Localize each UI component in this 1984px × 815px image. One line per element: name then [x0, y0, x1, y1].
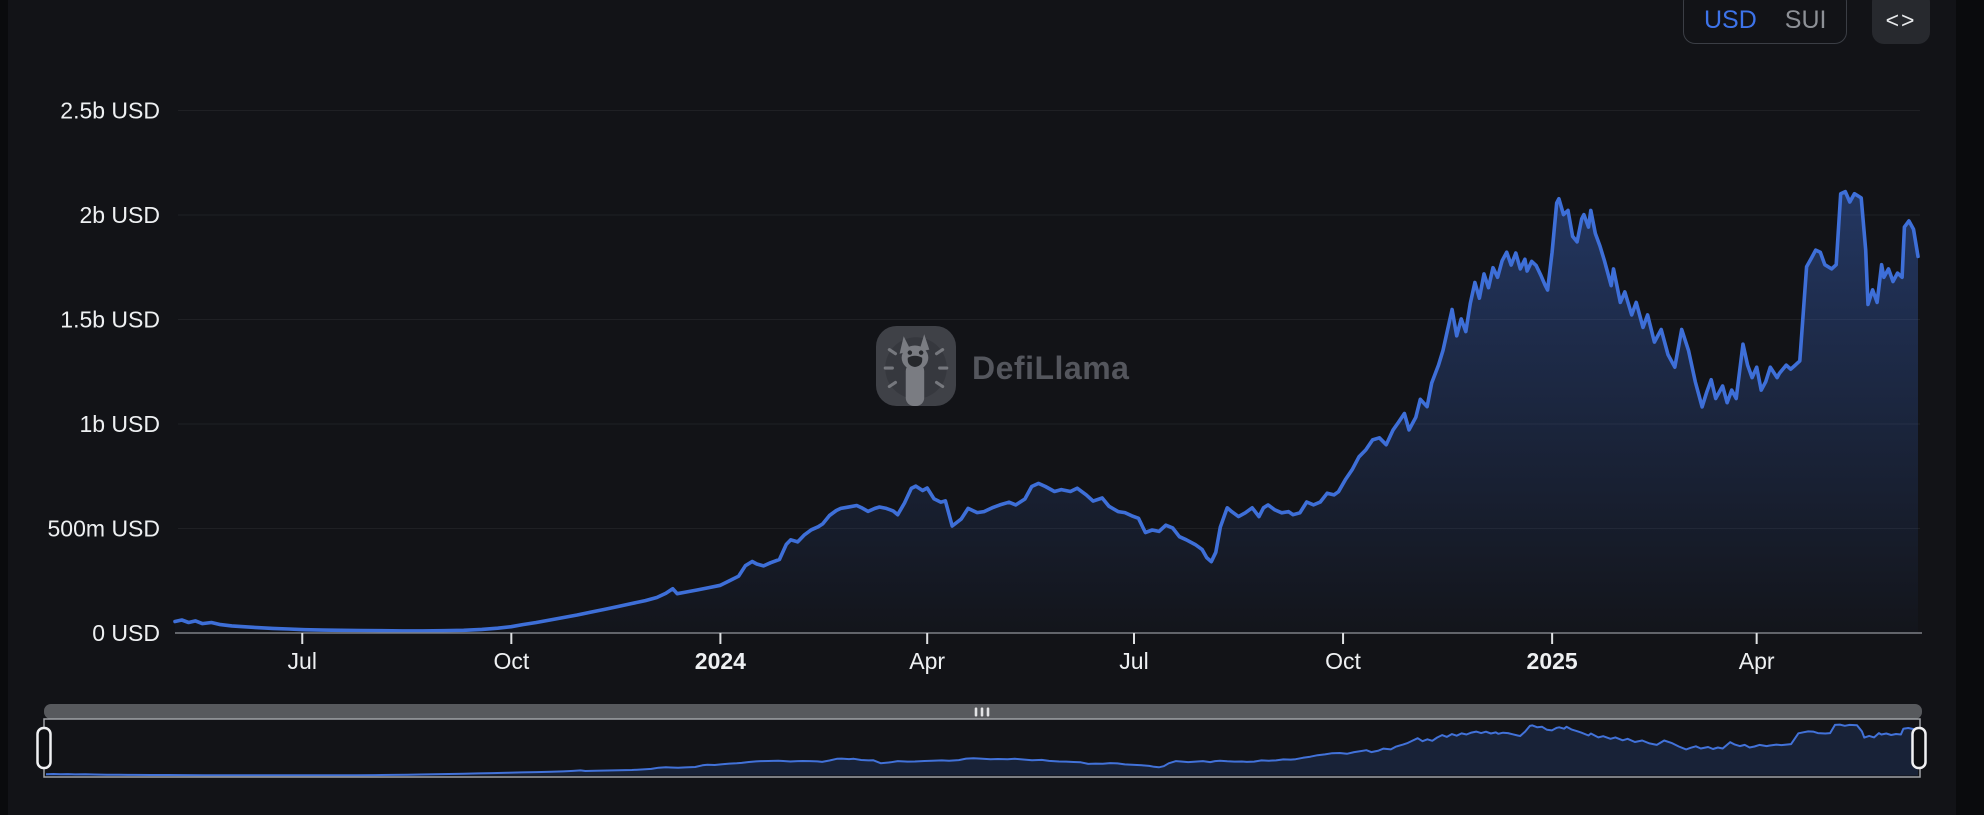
y-axis-label: 0 USD: [92, 620, 160, 646]
embed-code-button[interactable]: <>: [1872, 0, 1930, 44]
x-axis-label: Apr: [909, 648, 945, 674]
brush-grip-icon[interactable]: [981, 708, 984, 717]
x-axis-label: Oct: [493, 648, 529, 674]
y-axis-label: 1b USD: [79, 411, 160, 437]
x-axis-label: 2025: [1527, 648, 1578, 674]
y-axis-label: 2b USD: [79, 202, 160, 228]
tvl-area-fill: [175, 192, 1918, 633]
currency-usd-button[interactable]: USD: [1694, 2, 1767, 39]
currency-sui-button[interactable]: SUI: [1775, 2, 1837, 39]
code-icon: <>: [1886, 7, 1917, 33]
x-axis-label: 2024: [695, 648, 746, 674]
currency-toggle: USD SUI: [1683, 0, 1847, 44]
y-axis-label: 1.5b USD: [60, 307, 160, 333]
defillama-tvl-chart-page: Jul Oct 2024 Apr Jul Oct 2025 Apr 0 USD 500m USD 1…: [0, 0, 1984, 815]
tvl-area-chart[interactable]: Jul Oct 2024 Apr Jul Oct 2025 Apr 0 USD 500m USD 1…: [0, 0, 1984, 815]
brush-area-fill: [46, 725, 1918, 776]
x-axis-label: Apr: [1739, 648, 1775, 674]
x-axis-label: Jul: [288, 648, 317, 674]
x-axis-label: Jul: [1119, 648, 1148, 674]
brush-right-handle[interactable]: [1913, 728, 1926, 768]
y-axis-label: 2.5b USD: [60, 98, 160, 124]
brush-grip-icon[interactable]: [987, 708, 990, 717]
y-axis-label: 500m USD: [48, 516, 160, 542]
x-axis-label: Oct: [1325, 648, 1361, 674]
brush-grip-icon[interactable]: [975, 708, 978, 717]
brush-left-handle[interactable]: [38, 728, 51, 768]
